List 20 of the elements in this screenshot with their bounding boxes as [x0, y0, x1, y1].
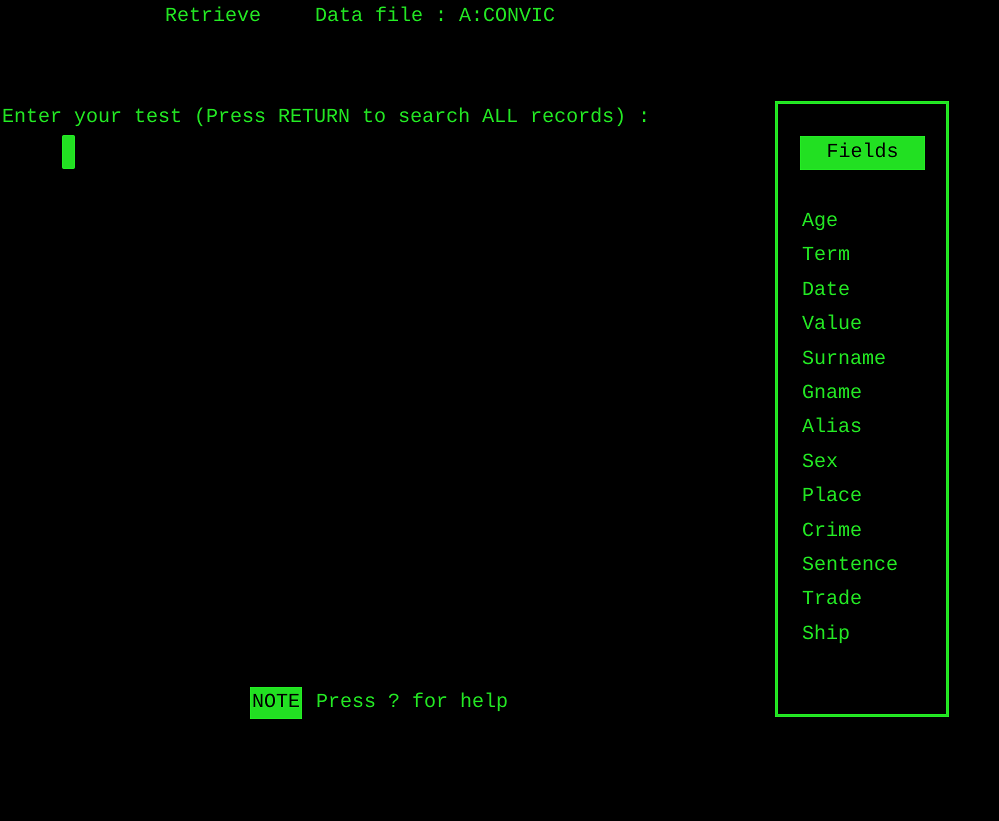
- field-item: Place: [802, 484, 864, 510]
- field-item: Crime: [802, 518, 864, 545]
- field-item: Age: [802, 209, 840, 235]
- fields-heading: Fields: [800, 136, 925, 170]
- field-item: Sex: [802, 450, 840, 476]
- data-file-label: Data file : A:CONVIC: [315, 4, 556, 30]
- help-text: Press ? for help: [316, 690, 508, 716]
- field-item: Surname: [802, 346, 888, 373]
- field-item: Gname: [802, 381, 864, 408]
- note-badge: NOTE: [250, 687, 302, 719]
- field-item: Trade: [802, 587, 864, 614]
- field-item: Term: [802, 243, 852, 270]
- prompt-text: Enter your test (Press RETURN to search ALL records) :: [1, 105, 650, 131]
- text-cursor[interactable]: [62, 135, 75, 169]
- field-item: Sentence: [802, 553, 900, 580]
- field-item: Ship: [802, 622, 852, 648]
- field-item: Value: [802, 312, 864, 338]
- field-item: Date: [802, 278, 852, 304]
- field-item: Alias: [802, 415, 864, 442]
- mode-title: Retrieve: [165, 4, 262, 30]
